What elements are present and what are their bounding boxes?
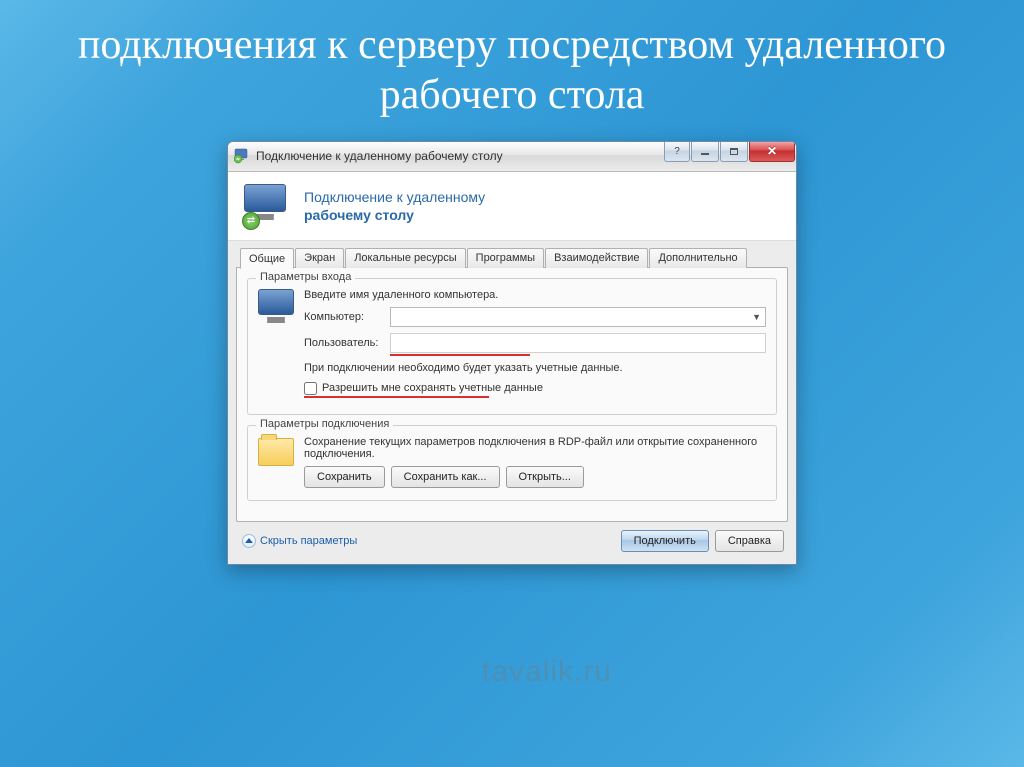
maximize-button[interactable]	[720, 142, 748, 162]
tab-local-resources[interactable]: Локальные ресурсы	[345, 248, 465, 268]
user-label: Пользователь:	[304, 337, 390, 349]
user-field[interactable]	[390, 333, 766, 353]
computer-label: Компьютер:	[304, 311, 390, 323]
chevron-down-icon: ▼	[752, 312, 761, 322]
login-monitor-icon	[258, 289, 304, 315]
watermark: tavalik.ru	[482, 655, 612, 689]
chevron-up-icon	[242, 534, 256, 548]
tabs: Общие Экран Локальные ресурсы Программы …	[236, 247, 788, 267]
save-credentials-checkbox[interactable]	[304, 382, 317, 395]
titlebar[interactable]: Подключение к удаленному рабочему столу …	[228, 142, 796, 172]
hide-options-link[interactable]: Скрыть параметры	[242, 534, 357, 548]
save-button[interactable]: Сохранить	[304, 466, 385, 488]
highlight-underline-2	[304, 396, 489, 398]
footer: Скрыть параметры Подключить Справка	[236, 522, 788, 556]
tab-pane-general: Параметры входа Введите имя удаленного к…	[236, 267, 788, 522]
rdp-icon	[234, 148, 250, 164]
computer-icon: ⇄	[244, 184, 292, 228]
tab-programs[interactable]: Программы	[467, 248, 544, 268]
connection-text: Сохранение текущих параметров подключени…	[304, 436, 766, 460]
header-line-2: рабочему столу	[304, 206, 485, 224]
dialog-header: ⇄ Подключение к удаленному рабочему стол…	[228, 172, 796, 241]
slide-title: подключения к серверу посредством удален…	[0, 0, 1024, 131]
save-as-button[interactable]: Сохранить как...	[391, 466, 500, 488]
tab-display[interactable]: Экран	[295, 248, 344, 268]
save-credentials-label: Разрешить мне сохранять учетные данные	[322, 382, 543, 394]
group-login: Параметры входа Введите имя удаленного к…	[247, 278, 777, 415]
minimize-button[interactable]	[691, 142, 719, 162]
window-title: Подключение к удаленному рабочему столу	[256, 149, 503, 163]
help-button[interactable]: ?	[664, 142, 690, 162]
tab-general[interactable]: Общие	[240, 248, 294, 269]
tab-advanced[interactable]: Дополнительно	[649, 248, 746, 268]
help-footer-button[interactable]: Справка	[715, 530, 784, 552]
folder-icon	[258, 436, 304, 466]
login-instruction: Введите имя удаленного компьютера.	[304, 289, 766, 301]
highlight-underline-1	[390, 354, 530, 356]
header-line-1: Подключение к удаленному	[304, 188, 485, 206]
group-connection: Параметры подключения Сохранение текущих…	[247, 425, 777, 501]
tab-experience[interactable]: Взаимодействие	[545, 248, 648, 268]
open-button[interactable]: Открыть...	[506, 466, 584, 488]
connect-button[interactable]: Подключить	[621, 530, 709, 552]
rdp-window: Подключение к удаленному рабочему столу …	[227, 141, 797, 565]
computer-combobox[interactable]: ▼	[390, 307, 766, 327]
credentials-note: При подключении необходимо будет указать…	[304, 362, 766, 374]
group-login-title: Параметры входа	[256, 271, 355, 283]
group-connection-title: Параметры подключения	[256, 418, 393, 430]
close-button[interactable]: ✕	[749, 142, 795, 162]
